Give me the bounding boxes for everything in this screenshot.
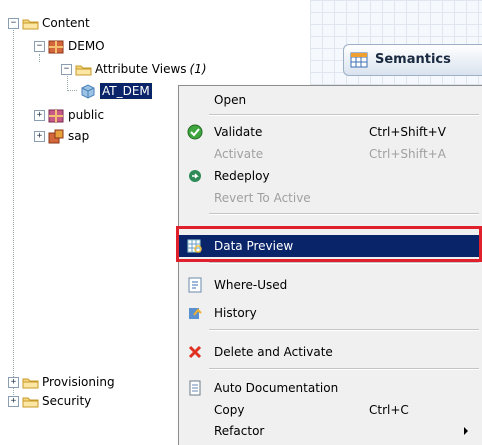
- menu-item-delete-activate[interactable]: Delete and Activate: [179, 341, 481, 363]
- tree-label: DEMO: [68, 39, 105, 53]
- semantics-icon: [350, 52, 368, 68]
- menu-item-copy[interactable]: Copy Ctrl+C: [179, 399, 481, 421]
- history-icon: [187, 305, 203, 321]
- collapse-toggle[interactable]: −: [8, 17, 19, 29]
- delete-icon: [187, 344, 203, 360]
- menu-item-history[interactable]: History: [179, 302, 481, 324]
- menu-item-label: Auto Documentation: [214, 381, 339, 395]
- tree-label: Attribute Views: [95, 62, 187, 76]
- menu-item-label: Activate: [214, 147, 264, 161]
- attribute-view-icon: [79, 83, 97, 99]
- folder-icon: [21, 15, 39, 31]
- tree-node-security[interactable]: + Security: [8, 392, 91, 410]
- tree-node-attribute-views[interactable]: − Attribute Views (1): [61, 60, 207, 78]
- menu-item-shortcut: Ctrl+Shift+A: [369, 147, 446, 161]
- menu-item-label: Open: [214, 93, 247, 107]
- tree-node-demo[interactable]: − DEMO: [34, 37, 105, 55]
- package-icon: [47, 38, 65, 54]
- menu-separator: [209, 262, 479, 264]
- redeploy-icon: [187, 168, 203, 184]
- tree-label: sap: [68, 129, 90, 143]
- tree-label: Content: [42, 16, 90, 30]
- menu-item-revert: Revert To Active: [179, 187, 481, 209]
- menu-separator: [209, 213, 479, 215]
- menu-item-shortcut: Ctrl+C: [369, 403, 409, 417]
- menu-item-label: Delete and Activate: [214, 345, 333, 359]
- tree-node-provisioning[interactable]: + Provisioning: [8, 373, 115, 391]
- tree-label: public: [68, 108, 105, 122]
- tree-connector: [13, 27, 14, 397]
- menu-item-activate: Activate Ctrl+Shift+A: [179, 143, 481, 165]
- menu-item-shortcut: Ctrl+Shift+V: [369, 125, 446, 139]
- expand-toggle[interactable]: +: [34, 109, 45, 121]
- tree-label: Provisioning: [42, 375, 115, 389]
- tree-node-at-demo[interactable]: AT_DEM: [79, 82, 153, 100]
- tree-connector: [67, 90, 77, 91]
- menu-separator: [209, 114, 479, 116]
- menu-item-auto-documentation[interactable]: Auto Documentation: [179, 377, 481, 399]
- menu-item-label: History: [214, 306, 257, 320]
- tree-label: Security: [42, 394, 92, 408]
- folder-icon: [21, 374, 39, 390]
- menu-separator: [209, 368, 479, 370]
- folder-icon: [74, 61, 92, 77]
- package-icon: [47, 107, 65, 123]
- menu-item-redeploy[interactable]: Redeploy: [179, 165, 481, 187]
- menu-item-refactor[interactable]: Refactor: [179, 420, 481, 442]
- check-icon: [187, 124, 203, 140]
- expand-toggle[interactable]: +: [8, 395, 19, 407]
- menu-separator: [209, 329, 479, 331]
- menu-item-open[interactable]: Open: [179, 89, 481, 111]
- package-icon: [47, 128, 65, 144]
- tree-node-sap[interactable]: + sap: [34, 127, 89, 145]
- tree-node-public[interactable]: + public: [34, 106, 104, 124]
- context-menu: Open Validate Ctrl+Shift+V Activate Ctrl…: [178, 85, 482, 445]
- tree-label-selected: AT_DEM: [99, 82, 153, 100]
- menu-item-label: Copy: [214, 403, 245, 417]
- menu-item-validate[interactable]: Validate Ctrl+Shift+V: [179, 121, 481, 143]
- tree-node-content[interactable]: − Content: [8, 14, 90, 32]
- menu-item-label: Redeploy: [214, 169, 270, 183]
- collapse-toggle[interactable]: −: [34, 40, 45, 52]
- menu-item-label: Revert To Active: [214, 191, 311, 205]
- expand-toggle[interactable]: +: [34, 130, 45, 142]
- menu-item-label: Where-Used: [214, 278, 288, 292]
- document-icon: [187, 380, 203, 396]
- semantics-node[interactable]: Semantics: [343, 44, 482, 76]
- semantics-label: Semantics: [375, 52, 451, 67]
- tree-connector: [39, 54, 40, 62]
- highlight-box: [176, 226, 482, 262]
- where-used-icon: [187, 277, 203, 293]
- folder-icon: [21, 393, 39, 409]
- menu-item-where-used[interactable]: Where-Used: [179, 274, 481, 296]
- menu-item-label: Refactor: [214, 424, 265, 438]
- submenu-arrow-icon: [464, 427, 468, 435]
- collapse-toggle[interactable]: −: [61, 63, 72, 75]
- expand-toggle[interactable]: +: [8, 376, 19, 388]
- tree-count: (1): [189, 62, 207, 76]
- menu-item-label: Validate: [214, 125, 263, 139]
